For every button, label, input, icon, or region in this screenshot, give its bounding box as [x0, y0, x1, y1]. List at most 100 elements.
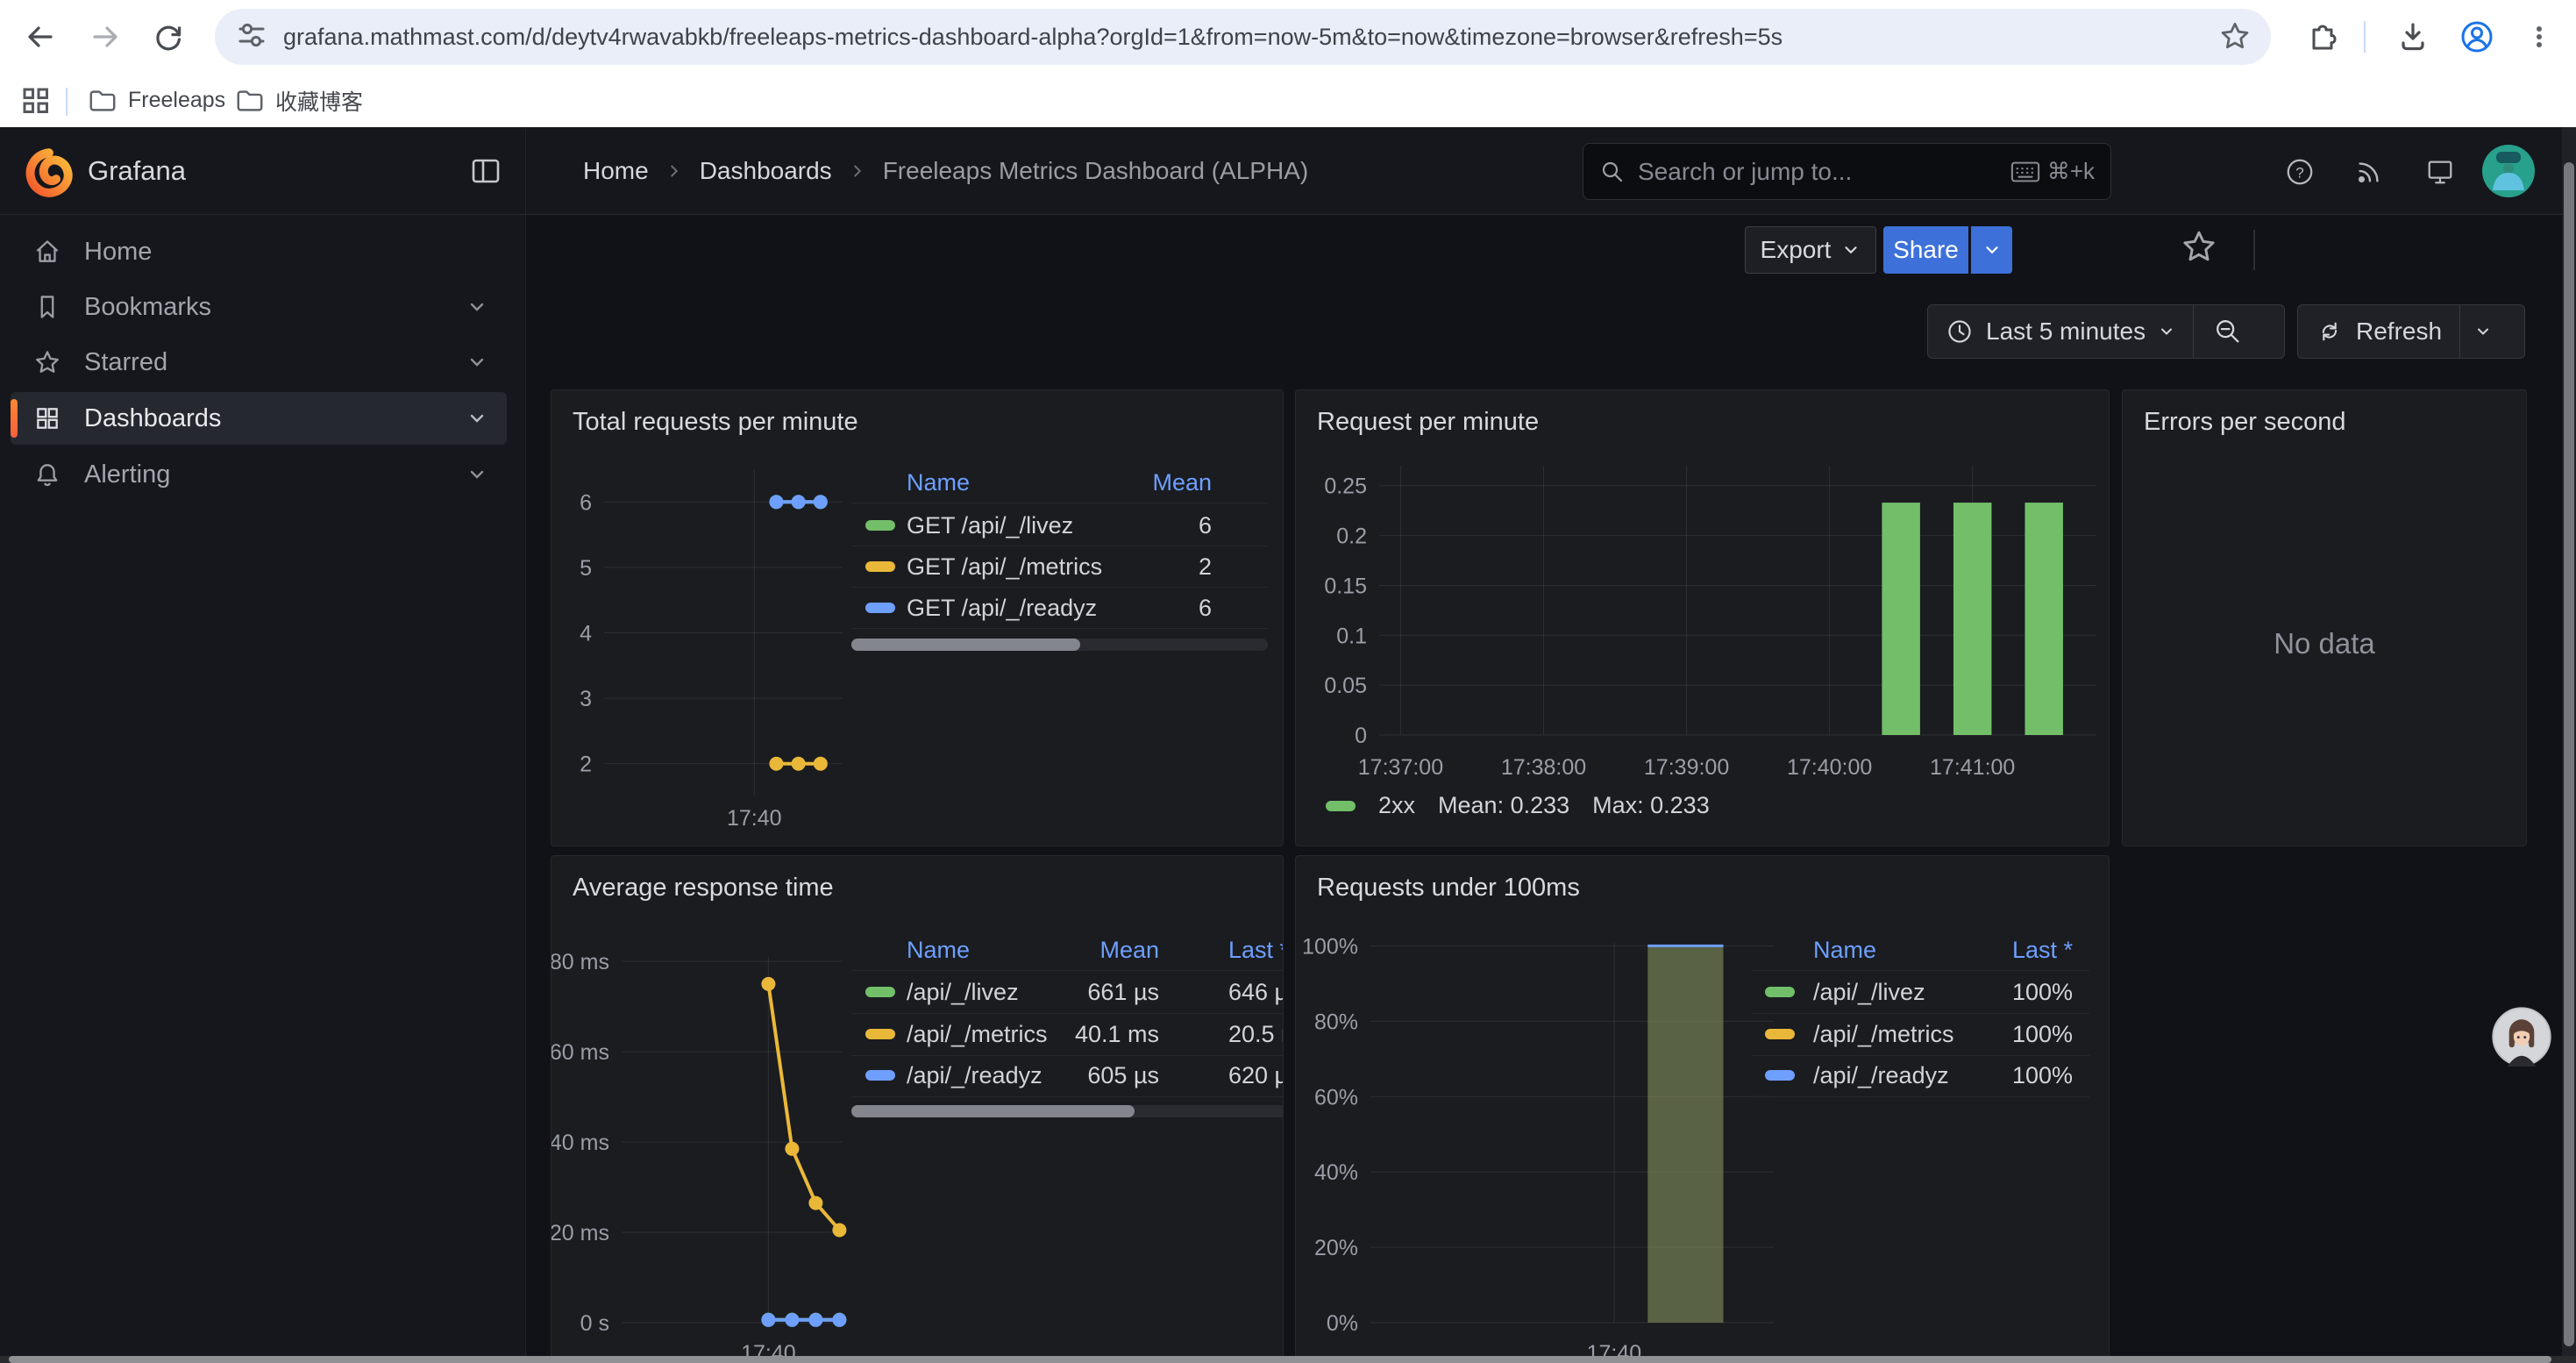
back-arrow-icon	[25, 21, 56, 53]
legend-swatch[interactable]	[1765, 987, 1795, 997]
legend-scrollbar-thumb[interactable]	[851, 1105, 1135, 1117]
legend-scrollbar-thumb[interactable]	[851, 639, 1080, 651]
legend-scrollbar-track[interactable]	[851, 639, 1268, 651]
legend-series-name[interactable]: /api/_/livez	[907, 977, 1019, 1007]
bookmark-folder-blogs[interactable]: 收藏博客	[235, 81, 363, 120]
downloads-button[interactable]	[2388, 12, 2437, 61]
legend-series-name[interactable]: /api/_/metrics	[907, 1019, 1048, 1049]
refresh-interval-dropdown[interactable]	[2460, 305, 2506, 358]
bookmark-page-star-button[interactable]	[2218, 19, 2252, 55]
legend-scrollbar-track[interactable]	[851, 1105, 1284, 1117]
search-box[interactable]: ⌘+k	[1583, 143, 2111, 200]
legend-swatch[interactable]	[1765, 1029, 1795, 1039]
svg-text:0.1: 0.1	[1336, 624, 1367, 648]
sidebar-item-home[interactable]: Home	[11, 225, 507, 278]
refresh-button[interactable]: Refresh	[2298, 305, 2459, 358]
legend-column-header[interactable]: Name	[907, 467, 970, 497]
chevron-down-icon	[1982, 240, 2002, 260]
legend-row-separator	[851, 587, 1268, 588]
legend-column-header[interactable]: Last *	[1228, 935, 1284, 965]
export-button[interactable]: Export	[1745, 226, 1876, 274]
dock-menu-toggle-button[interactable]	[470, 155, 502, 189]
apps-grid-button[interactable]	[19, 84, 53, 120]
panel-title[interactable]: Errors per second	[2144, 408, 2346, 437]
search-icon	[1599, 159, 1626, 185]
bookmark-folder-freeleaps[interactable]: Freeleaps	[88, 81, 225, 120]
legend-swatch[interactable]	[1326, 801, 1356, 811]
legend-value: 2	[1199, 552, 1212, 582]
sidebar-item-alerting[interactable]: Alerting	[11, 448, 507, 501]
kiosk-mode-button[interactable]	[2425, 157, 2453, 185]
svg-text:17:37:00: 17:37:00	[1358, 755, 1443, 780]
chevron-down-icon	[466, 296, 487, 318]
site-info-icon[interactable]	[236, 19, 267, 55]
legend-series-name[interactable]: GET /api/_/readyz	[907, 593, 1097, 623]
legend-inline: 2xx Mean: 0.233 Max: 0.233	[1326, 792, 1710, 819]
share-dropdown-button[interactable]	[1971, 226, 2012, 274]
legend-swatch[interactable]	[865, 561, 895, 572]
help-button[interactable]: ?	[2285, 157, 2313, 185]
horizontal-scrollbar-track[interactable]	[0, 1356, 2576, 1363]
legend-swatch[interactable]	[1765, 1070, 1795, 1081]
legend-value: 20.5 ms	[1228, 1019, 1284, 1049]
legend-swatch[interactable]	[865, 603, 895, 613]
request-per-minute-chart[interactable]: 0.250.20.150.10.05017:37:0017:38:0017:39…	[1296, 390, 2110, 846]
brand-title: Grafana	[88, 155, 186, 187]
news-button[interactable]	[2354, 157, 2382, 185]
url-text: grafana.mathmast.com/d/deytv4rwavabkb/fr…	[283, 24, 2199, 51]
legend-row-separator	[851, 1055, 1284, 1056]
svg-text:17:38:00: 17:38:00	[1501, 755, 1586, 780]
legend-swatch[interactable]	[865, 520, 895, 531]
bell-icon	[33, 460, 61, 489]
legend-series-name[interactable]: GET /api/_/metrics	[907, 552, 1102, 582]
reload-icon	[153, 21, 184, 53]
floating-assistant-avatar[interactable]	[2492, 1007, 2551, 1067]
browser-reload-button[interactable]	[144, 12, 193, 61]
legend-series-name[interactable]: GET /api/_/livez	[907, 510, 1073, 540]
bookmarks-bar: Freeleaps 收藏博客	[0, 74, 2576, 127]
share-button[interactable]: Share	[1883, 226, 1968, 274]
legend-series-name[interactable]: /api/_/readyz	[1813, 1060, 1949, 1090]
legend-column-header[interactable]: Last *	[2012, 935, 2073, 965]
vertical-scrollbar-track[interactable]	[2562, 127, 2576, 1356]
chevron-down-icon	[1841, 240, 1861, 260]
favorite-dashboard-button[interactable]	[2180, 227, 2218, 268]
grafana-logo[interactable]	[23, 146, 74, 197]
legend-series-name[interactable]: /api/_/metrics	[1813, 1019, 1954, 1049]
time-range-picker[interactable]: Last 5 minutes	[1928, 305, 2193, 358]
sidebar-item-bookmarks[interactable]: Bookmarks	[11, 281, 507, 333]
horizontal-scrollbar-thumb[interactable]	[9, 1356, 2551, 1363]
user-avatar-button[interactable]	[2482, 145, 2535, 200]
folder-icon	[88, 86, 117, 116]
apps-grid-icon	[19, 84, 53, 118]
sidebar-item-starred[interactable]: Starred	[11, 336, 507, 389]
extensions-button[interactable]	[2297, 12, 2346, 61]
address-bar[interactable]: grafana.mathmast.com/d/deytv4rwavabkb/fr…	[215, 9, 2271, 65]
browser-menu-button[interactable]	[2515, 12, 2564, 61]
profile-button[interactable]	[2452, 12, 2501, 61]
legend-series-name[interactable]: 2xx	[1378, 792, 1415, 819]
vertical-scrollbar-thumb[interactable]	[2564, 162, 2574, 1346]
legend-series-name[interactable]: /api/_/readyz	[907, 1060, 1042, 1090]
legend-series-name[interactable]: /api/_/livez	[1813, 977, 1925, 1007]
browser-forward-button[interactable]	[81, 12, 130, 61]
browser-back-button[interactable]	[16, 12, 65, 61]
breadcrumb-home[interactable]: Home	[583, 157, 649, 185]
legend-swatch[interactable]	[865, 1070, 895, 1081]
legend-column-header[interactable]: Name	[907, 935, 970, 965]
panel-average-response-time: Average response time 80 ms60 ms40 ms20 …	[551, 855, 1284, 1356]
legend-column-header[interactable]: Name	[1813, 935, 1876, 965]
legend-swatch[interactable]	[865, 1029, 895, 1039]
zoom-out-time-button[interactable]	[2194, 305, 2262, 358]
breadcrumb-dashboards[interactable]: Dashboards	[700, 157, 832, 185]
profile-icon	[2459, 19, 2494, 54]
legend-swatch[interactable]	[865, 987, 895, 997]
sidebar-item-dashboards[interactable]: Dashboards	[11, 392, 507, 445]
keyboard-icon	[2010, 160, 2040, 184]
legend-column-header[interactable]: Mean	[1152, 467, 1212, 497]
legend-value: 100%	[2012, 1019, 2073, 1049]
sidebar-item-label: Starred	[84, 348, 167, 377]
legend-column-header[interactable]: Mean	[1099, 935, 1159, 965]
time-controls-group: Last 5 minutes	[1927, 304, 2285, 359]
search-input[interactable]	[1638, 158, 1998, 186]
